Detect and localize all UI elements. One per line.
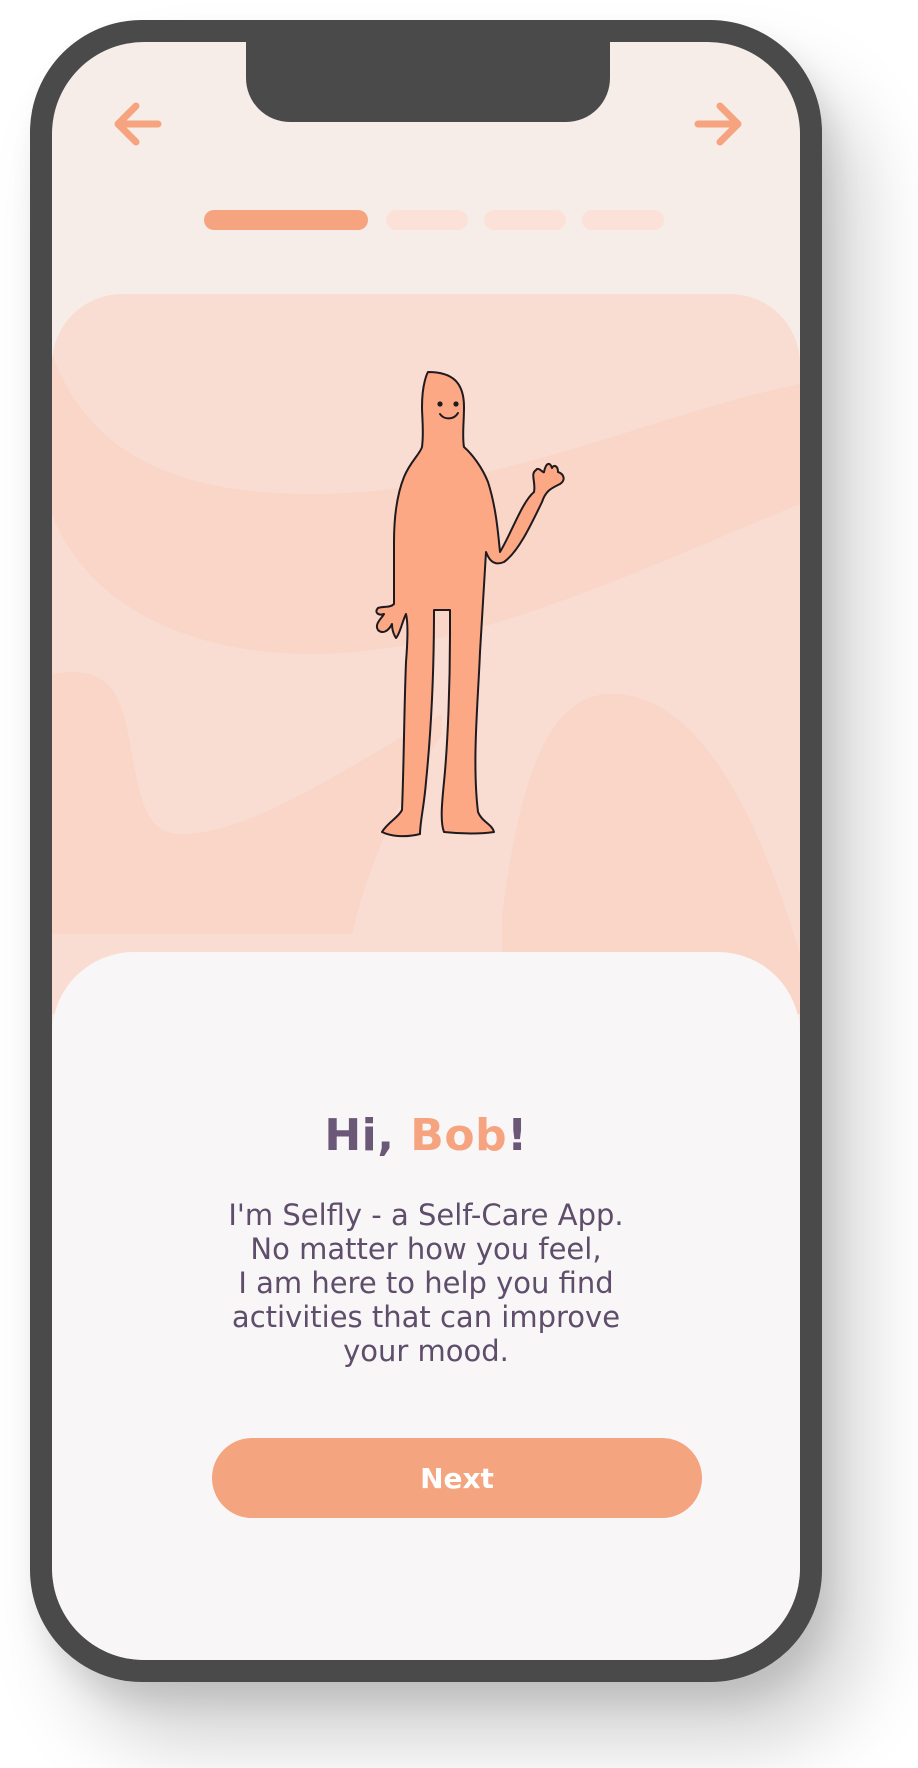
waving-person-illustration [375,371,565,838]
intro-line: your mood. [343,1334,509,1368]
phone-frame: Hi, Bob! I'm Selfly - a Self-Care App. N… [30,20,822,1682]
arrow-left-icon [114,102,162,146]
greeting-suffix: ! [507,1110,528,1161]
device-notch [246,42,610,122]
forward-button[interactable] [690,98,746,150]
intro-line: I'm Selfly - a Self-Care App. [228,1198,624,1232]
onboarding-progress [52,210,800,232]
hero-illustration-area [52,294,800,1014]
intro-text: I'm Selfly - a Self-Care App. No matter … [176,1198,676,1368]
stage: Hi, Bob! I'm Selfly - a Self-Care App. N… [0,0,918,1768]
progress-step-1 [204,210,368,230]
back-button[interactable] [110,98,166,150]
greeting-heading: Hi, Bob! [52,1110,800,1161]
progress-step-2 [386,210,468,230]
next-button[interactable]: Next [212,1438,702,1518]
progress-step-4 [582,210,664,230]
user-name: Bob [410,1110,508,1161]
progress-step-3 [484,210,566,230]
intro-line: activities that can improve [231,1300,621,1334]
intro-line: No matter how you feel, [250,1232,602,1266]
greeting-prefix: Hi, [324,1110,411,1161]
intro-line: I am here to help you find [238,1266,614,1300]
phone-screen: Hi, Bob! I'm Selfly - a Self-Care App. N… [52,42,800,1660]
arrow-right-icon [694,102,742,146]
